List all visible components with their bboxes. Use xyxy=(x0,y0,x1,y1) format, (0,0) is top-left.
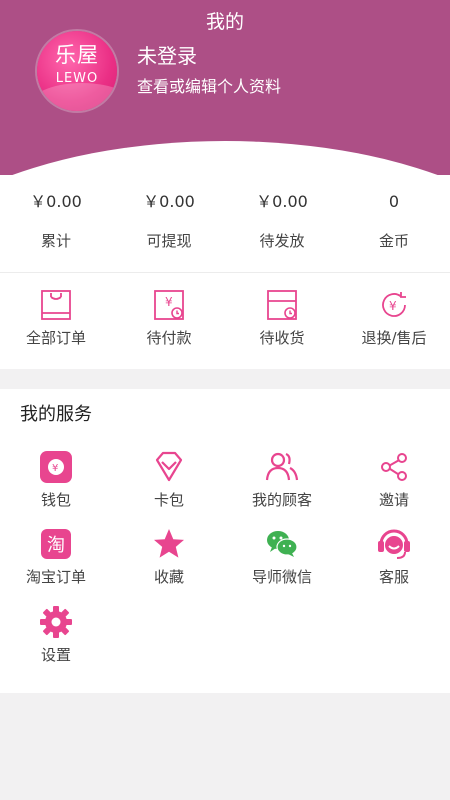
stat-value: ￥0.00 xyxy=(30,192,82,211)
service-label: 设置 xyxy=(40,646,71,664)
service-label: 收藏 xyxy=(153,568,184,586)
stat-label: 累计 xyxy=(40,232,71,250)
services-title: 我的服务 xyxy=(20,404,92,425)
stat-value: ￥0.00 xyxy=(256,192,308,211)
stats-row: ￥0.00 累计 ￥0.00 可提现 ￥0.00 待发放 0 金币 xyxy=(0,175,450,272)
stat-label: 待发放 xyxy=(259,232,305,250)
stat-value: ￥0.00 xyxy=(143,192,195,211)
svg-text:¥: ¥ xyxy=(389,299,397,313)
order-pending-payment[interactable]: ¥ 待付款 xyxy=(113,273,225,369)
service-customers[interactable]: 我的顾客 xyxy=(226,450,338,528)
star-icon xyxy=(154,529,184,558)
orders-row: 全部订单 ¥ 待付款 待收货 ¥ 退换/售后 xyxy=(0,273,450,369)
customer-service-icon xyxy=(378,529,410,559)
customers-icon xyxy=(265,452,299,481)
order-label: 退换/售后 xyxy=(361,329,427,347)
service-label: 邀请 xyxy=(378,491,409,509)
header-curve xyxy=(0,141,450,175)
refund-icon: ¥ xyxy=(382,292,406,317)
order-pending-receipt[interactable]: 待收货 xyxy=(226,273,338,369)
service-mentor-wechat[interactable]: 导师微信 xyxy=(226,527,338,605)
order-label: 全部订单 xyxy=(25,329,86,347)
service-label: 导师微信 xyxy=(251,568,312,586)
profile-header: 我的 乐屋 LEWO 未登录 查看或编辑个人资料 xyxy=(0,0,450,175)
service-label: 淘宝订单 xyxy=(25,568,86,586)
order-label: 待付款 xyxy=(146,329,192,347)
order-refund[interactable]: ¥ 退换/售后 xyxy=(338,273,450,369)
all-orders-icon xyxy=(41,290,71,320)
pending-receipt-icon xyxy=(267,290,297,320)
stat-label: 可提现 xyxy=(146,232,192,250)
edit-profile-link[interactable]: 查看或编辑个人资料 xyxy=(137,76,281,98)
service-favorites[interactable]: 收藏 xyxy=(113,527,225,605)
service-settings[interactable]: 设置 xyxy=(0,605,112,683)
stat-value: 0 xyxy=(388,192,400,211)
svg-text:¥: ¥ xyxy=(52,463,58,474)
stat-label: 金币 xyxy=(378,232,409,250)
svg-text:¥: ¥ xyxy=(165,295,173,309)
service-card[interactable]: 卡包 xyxy=(113,450,225,528)
wechat-icon xyxy=(267,531,298,557)
logo-text-cn: 乐屋 xyxy=(55,43,99,67)
service-invite[interactable]: 邀请 xyxy=(338,450,450,528)
card-icon xyxy=(155,451,183,482)
service-label: 卡包 xyxy=(153,491,184,509)
service-wallet[interactable]: ¥ 钱包 xyxy=(0,450,112,528)
service-label: 我的顾客 xyxy=(251,491,312,509)
services-panel: 我的服务 ¥ 钱包 卡包 我的顾客 邀请 淘 淘宝订单 收藏 导师微信 客服 设… xyxy=(0,389,450,693)
service-taobao-orders[interactable]: 淘 淘宝订单 xyxy=(0,527,112,605)
user-name[interactable]: 未登录 xyxy=(137,43,197,69)
service-customer-service[interactable]: 客服 xyxy=(338,527,450,605)
share-icon xyxy=(381,453,407,481)
logo-text-en: LEWO xyxy=(55,71,99,86)
pending-payment-icon: ¥ xyxy=(154,290,184,320)
service-label: 钱包 xyxy=(40,491,71,509)
order-all[interactable]: 全部订单 xyxy=(0,273,112,369)
taobao-icon: 淘 xyxy=(41,529,71,559)
order-label: 待收货 xyxy=(259,329,305,347)
gear-icon xyxy=(40,606,72,638)
wallet-icon: ¥ xyxy=(40,451,72,483)
taobao-glyph: 淘 xyxy=(47,535,65,556)
avatar[interactable]: 乐屋 LEWO xyxy=(37,31,117,111)
service-label: 客服 xyxy=(378,568,409,586)
logo-swoosh xyxy=(37,83,117,111)
